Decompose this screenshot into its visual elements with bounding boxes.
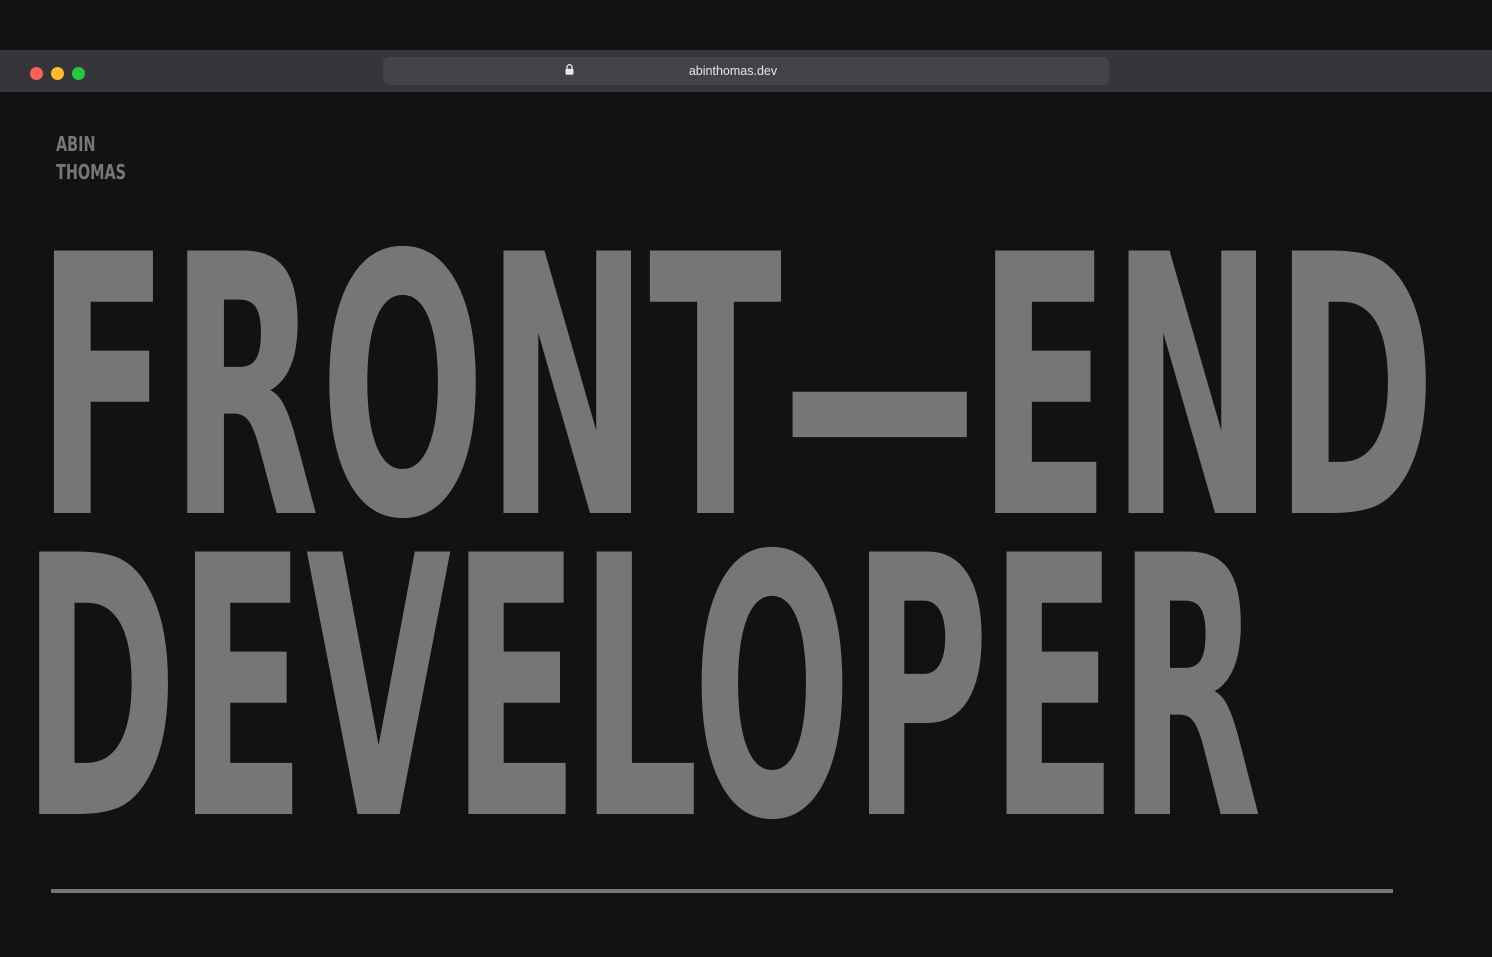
address-bar[interactable]: abinthomas.dev [383,57,1109,85]
screen-top-margin [0,0,1492,50]
logo-first-name: ABIN [56,132,96,156]
maximize-window-button[interactable] [72,67,85,80]
site-logo[interactable]: ABIN THOMAS [56,130,126,186]
webpage: ABIN THOMAS FRONT—END DEVELOPER [0,92,1492,957]
close-window-button[interactable] [30,67,43,80]
hero-title-line-2: DEVELOPER [22,480,1262,899]
url-text: abinthomas.dev [688,64,778,78]
section-divider [51,889,1393,893]
browser-toolbar: abinthomas.dev [0,50,1492,92]
minimize-window-button[interactable] [51,67,64,80]
